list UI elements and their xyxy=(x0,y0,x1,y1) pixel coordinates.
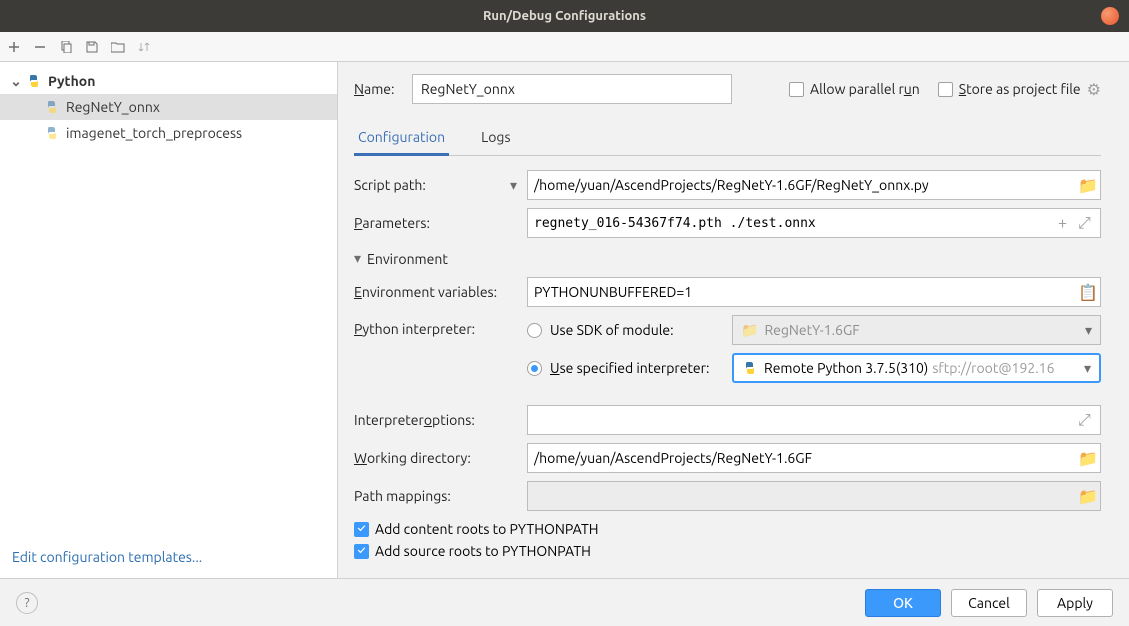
chevron-down-icon[interactable]: ⌄ xyxy=(10,73,22,90)
expand-icon[interactable]: ⤢ xyxy=(1078,411,1094,430)
add-content-roots-label: Add content roots to PYTHONPATH xyxy=(375,521,599,537)
tab-logs[interactable]: Logs xyxy=(477,121,514,156)
add-source-roots-label: Add source roots to PYTHONPATH xyxy=(375,543,591,559)
ok-button[interactable]: OK xyxy=(865,589,941,617)
python-icon xyxy=(26,73,42,89)
tree-root-label: Python xyxy=(48,73,95,89)
python-icon xyxy=(742,360,758,376)
env-vars-input[interactable] xyxy=(534,284,1074,300)
python-icon xyxy=(44,125,60,141)
spec-interpreter-combo[interactable]: Remote Python 3.7.5(310) sftp://root@192… xyxy=(732,353,1101,383)
apply-button[interactable]: Apply xyxy=(1037,589,1113,617)
chevron-down-icon: ▾ xyxy=(1085,322,1092,339)
python-icon xyxy=(44,99,60,115)
folder-icon[interactable]: 📁 xyxy=(1078,449,1094,468)
cancel-button[interactable]: Cancel xyxy=(951,589,1027,617)
config-tree: ⌄ Python RegNetY_onnx imagenet_torch_pre… xyxy=(0,62,337,536)
list-icon[interactable]: 📋 xyxy=(1078,283,1094,302)
folder-icon[interactable]: 📁 xyxy=(1078,176,1094,195)
plus-icon[interactable]: + xyxy=(1058,214,1074,232)
footer: ? OK Cancel Apply xyxy=(0,578,1129,626)
env-vars-label: Environment variables: xyxy=(354,284,527,300)
tab-configuration[interactable]: Configuration xyxy=(354,121,449,156)
content-panel: Name: Allow parallel run Store as projec… xyxy=(338,62,1129,578)
tree-item-0[interactable]: RegNetY_onnx xyxy=(0,94,337,120)
parameters-label: Parameters: xyxy=(354,215,527,231)
name-input[interactable] xyxy=(412,74,732,104)
edit-templates-link[interactable]: Edit configuration templates... xyxy=(12,549,202,565)
add-icon[interactable] xyxy=(6,39,22,55)
work-dir-label: Working directory: xyxy=(354,450,527,466)
folder-icon[interactable]: 📁 xyxy=(1078,487,1094,506)
close-icon[interactable] xyxy=(1101,7,1119,25)
chevron-down-icon: ▾ xyxy=(354,250,361,267)
gear-icon[interactable]: ⚙ xyxy=(1087,80,1101,99)
script-path-input[interactable] xyxy=(534,177,1074,193)
interp-opts-input[interactable] xyxy=(534,412,1074,428)
sdk-module-combo: 📁 RegNetY-1.6GF ▾ xyxy=(732,315,1101,345)
add-content-roots-checkbox[interactable] xyxy=(354,522,369,537)
tree-item-label: imagenet_torch_preprocess xyxy=(66,125,242,141)
expand-icon[interactable]: ⤢ xyxy=(1078,214,1094,233)
folder-icon: 📁 xyxy=(741,322,758,339)
store-project-checkbox[interactable] xyxy=(938,82,953,97)
spec-interpreter-radio[interactable] xyxy=(527,361,542,376)
interp-opts-label: Interpreter options: xyxy=(354,412,527,428)
script-path-label: Script path: ▾ xyxy=(354,177,527,194)
remove-icon[interactable] xyxy=(32,39,48,55)
spec-interpreter-label: Use specified interpreter: xyxy=(550,360,709,376)
chevron-down-icon[interactable]: ▾ xyxy=(510,177,517,194)
tree-root-python[interactable]: ⌄ Python xyxy=(0,68,337,94)
folder-icon[interactable] xyxy=(110,39,126,55)
chevron-down-icon: ▾ xyxy=(1084,360,1091,377)
path-map-input xyxy=(534,488,1074,504)
path-map-label: Path mappings: xyxy=(354,488,527,504)
tree-item-1[interactable]: imagenet_torch_preprocess xyxy=(0,120,337,146)
copy-icon[interactable] xyxy=(58,39,74,55)
sdk-module-label: Use SDK of module: xyxy=(550,322,674,338)
tabs: Configuration Logs xyxy=(354,120,1101,156)
interpreter-label: Python interpreter: xyxy=(354,315,527,337)
store-project-label: Store as project file xyxy=(959,81,1081,97)
sidebar: ⌄ Python RegNetY_onnx imagenet_torch_pre… xyxy=(0,62,338,578)
env-section-header[interactable]: ▾ Environment xyxy=(354,250,1101,267)
titlebar: Run/Debug Configurations xyxy=(0,0,1129,32)
name-label: Name: xyxy=(354,81,412,97)
tree-item-label: RegNetY_onnx xyxy=(66,99,160,115)
save-icon[interactable] xyxy=(84,39,100,55)
work-dir-input[interactable] xyxy=(534,450,1074,466)
sdk-module-radio[interactable] xyxy=(527,323,542,338)
window-title: Run/Debug Configurations xyxy=(483,9,646,23)
toolbar xyxy=(0,32,1129,62)
sort-icon[interactable] xyxy=(136,39,152,55)
add-source-roots-checkbox[interactable] xyxy=(354,544,369,559)
allow-parallel-label: Allow parallel run xyxy=(810,81,920,97)
help-icon[interactable]: ? xyxy=(16,592,38,614)
parameters-input[interactable] xyxy=(534,216,1054,231)
allow-parallel-checkbox[interactable] xyxy=(789,82,804,97)
